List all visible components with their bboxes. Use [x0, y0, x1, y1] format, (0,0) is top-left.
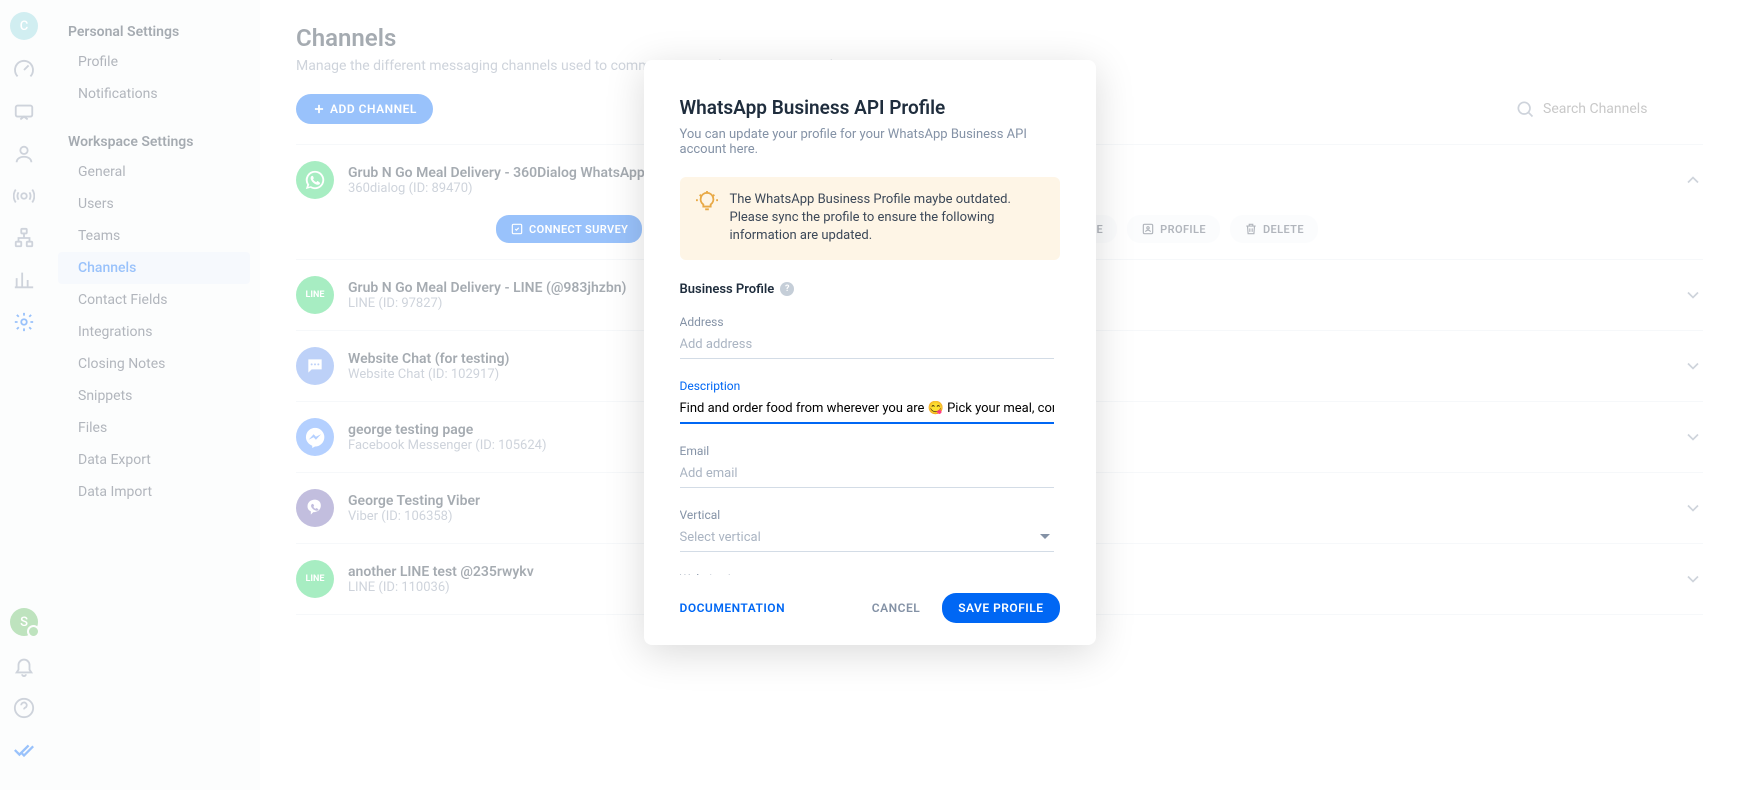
- business-profile-heading: Business Profile ?: [680, 282, 1060, 297]
- address-field: Address: [680, 315, 1054, 359]
- whatsapp-profile-modal: WhatsApp Business API Profile You can up…: [644, 60, 1096, 645]
- section-title-label: Business Profile: [680, 282, 775, 297]
- address-input[interactable]: [680, 331, 1054, 359]
- email-label: Email: [680, 444, 1054, 458]
- website1-label: Website 1: [680, 572, 1054, 575]
- vertical-label: Vertical: [680, 508, 1054, 522]
- sync-alert: The WhatsApp Business Profile maybe outd…: [680, 177, 1060, 260]
- lightbulb-icon: [696, 191, 718, 246]
- documentation-link[interactable]: DOCUMENTATION: [680, 601, 786, 615]
- email-field: Email: [680, 444, 1054, 488]
- website1-field: Website 1: [680, 572, 1054, 575]
- modal-subtitle: You can update your profile for your Wha…: [680, 127, 1060, 157]
- modal-form: Address Description Email Vertical Websi…: [680, 315, 1060, 575]
- save-profile-button[interactable]: SAVE PROFILE: [942, 593, 1059, 623]
- vertical-field: Vertical: [680, 508, 1054, 552]
- email-input[interactable]: [680, 460, 1054, 488]
- description-input[interactable]: [680, 395, 1054, 424]
- modal-backdrop[interactable]: WhatsApp Business API Profile You can up…: [0, 0, 1739, 790]
- description-label: Description: [680, 379, 1054, 393]
- address-label: Address: [680, 315, 1054, 329]
- description-field: Description: [680, 379, 1054, 424]
- vertical-select[interactable]: [680, 524, 1054, 552]
- alert-text: The WhatsApp Business Profile maybe outd…: [730, 191, 1044, 246]
- help-tooltip-icon[interactable]: ?: [780, 282, 794, 296]
- modal-footer: DOCUMENTATION CANCEL SAVE PROFILE: [680, 593, 1060, 623]
- modal-title: WhatsApp Business API Profile: [680, 96, 1060, 119]
- cancel-button[interactable]: CANCEL: [858, 593, 934, 623]
